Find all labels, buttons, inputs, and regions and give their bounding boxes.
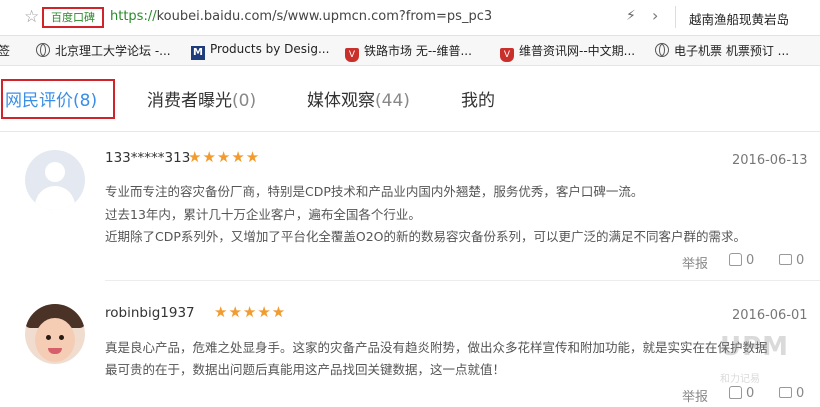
review-user[interactable]: robinbig1937 [105,305,195,321]
site-tag[interactable]: 百度口碑 [42,7,104,28]
bookmark-item[interactable]: 北京理工大学论坛 -... [36,42,171,59]
bookmark-item[interactable]: 电子机票 机票预订 ... [655,42,789,59]
shield-icon: V [500,48,514,62]
tab-count: (44) [375,91,410,111]
url-rest: koubei.baidu.com/s/www.upmcn.com?from=ps… [156,9,493,24]
tab-mine[interactable]: 我的 [461,86,495,111]
url-scheme: https:// [110,9,157,24]
bookmark-label: Products by Desig... [210,42,330,56]
review-text-line: 过去13年内，累计几十万企业客户，遍布全国各个行业。 [105,207,421,222]
bookmark-item[interactable]: V 维普资讯网--中文期... [500,42,635,62]
tab-media-observation[interactable]: 媒体观察(44) [307,86,410,111]
chevron-right-icon[interactable]: › [652,6,658,25]
globe-icon [36,43,50,57]
review-text-line: 近期除了CDP系列外，又增加了平台化全覆盖O2O的新的数易容灾备份系列，可以更广… [105,229,747,244]
bookmark-item[interactable]: M Products by Desig... [191,42,329,60]
tab-count: (0) [232,91,257,111]
highlight-box [1,79,115,119]
address-bar: ☆ 百度口碑 https://koubei.baidu.com/s/www.up… [0,0,820,36]
review-date: 2016-06-13 [732,153,808,168]
m-logo-icon: M [191,46,205,60]
bookmark-label: 签 [0,44,11,58]
tab-label: 我的 [461,91,495,111]
comment-icon [779,254,792,265]
comment-button[interactable]: 0 [779,253,804,268]
like-button[interactable]: 0 [729,253,754,268]
review-user[interactable]: 133*****313 [105,150,190,166]
avatar[interactable] [25,150,85,210]
watermark-logo: UPM 和力记易 [720,330,816,390]
bookmark-label: 维普资讯网--中文期... [519,44,636,58]
bookmarks-bar: 签 北京理工大学论坛 -... M Products by Desig... V铁… [0,36,820,66]
divider [105,280,820,281]
tab-label: 消费者曝光 [147,91,232,111]
globe-icon [655,43,669,57]
tab-consumer-exposure[interactable]: 消费者曝光(0) [147,86,256,111]
shield-icon: V [345,48,359,62]
url-field[interactable]: https://koubei.baidu.com/s/www.upmcn.com… [110,9,492,24]
bookmark-label: 北京理工大学论坛 -... [55,44,171,58]
review-text-line: 真是良心产品，危难之处显身手。这家的灾备产品没有趋炎附势，做出众多花样宣传和附加… [105,340,768,355]
like-count: 0 [746,253,755,268]
bookmark-item[interactable]: 签 [0,42,10,59]
comment-count: 0 [796,253,805,268]
divider [675,6,676,28]
lightning-icon[interactable]: ⚡ [626,8,636,24]
star-icon[interactable]: ☆ [24,7,39,27]
rating-stars: ★★★★★ [214,303,287,321]
watermark-text: UPM [720,332,790,362]
review-date: 2016-06-01 [732,308,808,323]
bookmark-label: 铁路市场 无--维普... [364,44,472,58]
bookmark-item[interactable]: V 铁路市场 无--维普... [345,42,472,62]
thumbs-up-icon [729,253,742,266]
review-text-line: 专业而专注的容灾备份厂商，特别是CDP技术和产品业内国内外翘楚，服务优秀，客户口… [105,184,644,199]
report-link[interactable]: 举报 [682,386,708,405]
tab-label: 媒体观察 [307,91,375,111]
rating-stars: ★★★★★ [188,148,261,166]
search-input[interactable]: 越南渔船现黄岩岛 [689,9,789,28]
avatar[interactable] [25,304,85,364]
report-link[interactable]: 举报 [682,253,708,272]
bookmark-label: 电子机票 机票预订 ... [674,44,790,58]
review-text-line: 最可贵的在于，数据出问题后真能用这产品找回关键数据，这一点就值！ [105,362,506,377]
tab-bar [0,66,820,132]
watermark-subtext: 和力记易 [720,374,760,385]
